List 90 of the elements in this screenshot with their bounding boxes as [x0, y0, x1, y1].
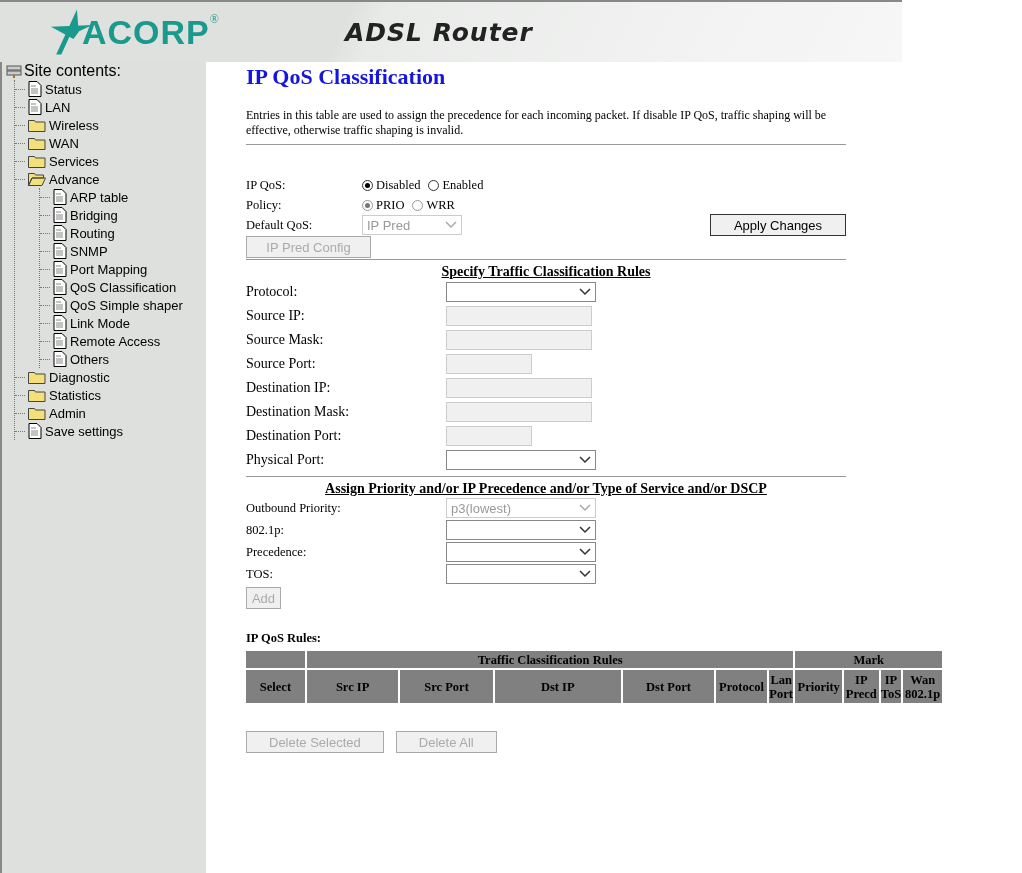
section-heading: Specify Traffic Classification Rules: [440, 263, 652, 280]
sidebar-title: Site contents:: [24, 62, 121, 80]
table-title: IP QoS Rules:: [246, 631, 322, 647]
page-icon: [28, 423, 42, 439]
radio-button[interactable]: [428, 179, 440, 191]
caret-icon: [445, 221, 457, 229]
page-icon: [53, 279, 67, 295]
sidebar-item[interactable]: Others: [70, 351, 109, 367]
header-title: ADSL Router: [344, 17, 533, 47]
sidebar-item[interactable]: ARP table: [70, 189, 129, 205]
column-header: Wan 802.1p: [903, 670, 942, 703]
registered-mark: ®: [209, 12, 219, 26]
column-header: Src IP: [306, 670, 399, 703]
sidebar-item[interactable]: Port Mapping: [70, 261, 148, 277]
column-header: Protocol: [716, 670, 767, 703]
sidebar-item[interactable]: Diagnostic: [49, 369, 110, 385]
sidebar-item[interactable]: QoS Classification: [70, 279, 177, 295]
column-header: Src Port: [400, 670, 493, 703]
page-icon: [53, 225, 67, 241]
table-group-header: Mark: [795, 651, 942, 668]
radio-label: WRR: [426, 197, 455, 213]
column-header: Select: [246, 670, 305, 703]
page-icon: [53, 297, 67, 313]
dropdown[interactable]: [446, 520, 596, 540]
page-title: IP QoS Classification: [246, 63, 447, 91]
dropdown[interactable]: [446, 542, 596, 562]
sidebar-item[interactable]: Bridging: [70, 207, 118, 223]
sidebar-item[interactable]: Link Mode: [70, 315, 130, 331]
caret-icon: [579, 288, 591, 296]
dropdown[interactable]: [446, 564, 596, 584]
sidebar-item[interactable]: Save settings: [45, 423, 124, 439]
sidebar-item[interactable]: Statistics: [49, 387, 101, 403]
sidebar-item[interactable]: Advance: [49, 171, 100, 187]
section-heading: Assign Priority and/or IP Precedence and/or Type of Service and/or DSCP: [324, 480, 768, 497]
page-description: Entries in this table are used to assign the precedence for each incoming packet. If disable IP QoS, traffic shaping will be effective, otherwise traffic shaping is invalid.: [246, 108, 828, 138]
radio-label: Disabled: [376, 177, 421, 193]
sidebar-item[interactable]: Status: [45, 81, 82, 97]
field-label: Source Mask:: [246, 332, 325, 348]
field-label: Physical Port:: [246, 452, 326, 468]
field-label: Policy:: [246, 197, 283, 213]
field-label: IP QoS:: [246, 177, 287, 193]
radio-label: Enabled: [442, 177, 484, 193]
computer-icon: [6, 64, 22, 78]
sidebar-item[interactable]: SNMP: [70, 243, 108, 259]
field-label: Destination Mask:: [246, 404, 351, 420]
radio-label: PRIO: [376, 197, 405, 213]
page-icon: [53, 243, 67, 259]
column-header: IP ToS: [880, 670, 902, 703]
field-label: Default QoS:: [246, 217, 314, 233]
sidebar-item[interactable]: QoS Simple shaper: [70, 297, 183, 313]
table-group-header: Traffic Classification Rules: [306, 651, 794, 668]
page-icon: [28, 81, 42, 97]
page-icon: [53, 333, 67, 349]
apply-changes-button[interactable]: Apply Changes: [710, 214, 846, 236]
column-header: Priority: [795, 670, 843, 703]
page-icon: [53, 207, 67, 223]
dropdown[interactable]: [446, 282, 596, 302]
page-icon: [53, 189, 67, 205]
field-label: Source IP:: [246, 308, 306, 324]
column-header: Dst IP: [494, 670, 621, 703]
field-label: Protocol:: [246, 284, 299, 300]
field-label: Destination Port:: [246, 428, 343, 444]
field-label: TOS:: [246, 566, 274, 582]
page-icon: [28, 99, 42, 115]
field-label: 802.1p:: [246, 522, 285, 538]
page-icon: [53, 315, 67, 331]
column-header: Lan Port: [768, 670, 794, 703]
caret-icon: [579, 456, 591, 464]
sidebar-item[interactable]: LAN: [45, 99, 71, 115]
sidebar-item[interactable]: WAN: [49, 135, 79, 151]
field-label: Outbound Priority:: [246, 500, 342, 516]
caret-icon: [579, 504, 591, 512]
page-icon: [53, 261, 67, 277]
page-icon: [53, 351, 67, 367]
field-label: Source Port:: [246, 356, 317, 372]
field-label: Destination IP:: [246, 380, 332, 396]
sidebar-item[interactable]: Services: [49, 153, 99, 169]
caret-icon: [579, 570, 591, 578]
sidebar-item[interactable]: Routing: [70, 225, 115, 241]
field-label: Precedence:: [246, 544, 308, 560]
dropdown[interactable]: [446, 450, 596, 470]
column-header: IP Precd: [844, 670, 879, 703]
caret-icon: [579, 526, 591, 534]
sidebar-item[interactable]: Admin: [49, 405, 86, 421]
caret-icon: [579, 548, 591, 556]
sidebar-item[interactable]: Remote Access: [70, 333, 161, 349]
radio-button[interactable]: [362, 179, 373, 191]
sidebar-item[interactable]: Wireless: [49, 117, 99, 133]
brand-logo: ACORP: [82, 12, 210, 52]
column-header: Dst Port: [622, 670, 715, 703]
